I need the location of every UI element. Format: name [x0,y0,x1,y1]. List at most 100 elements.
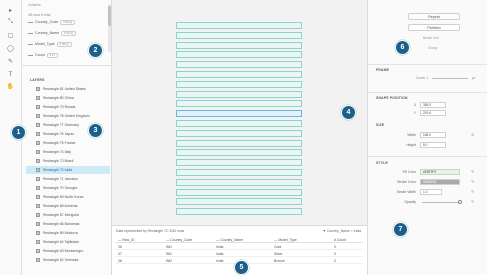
canvas-rectangle[interactable] [176,22,302,29]
canvas-rectangle[interactable] [176,208,302,216]
canvas-rectangle[interactable] [176,110,302,118]
repeat-button[interactable]: Repeat [408,13,460,20]
canvas-rectangle[interactable] [176,188,302,196]
stroke-width-field[interactable]: 1.0 [420,189,442,195]
filter-text: Country_Name = India [326,229,361,233]
layer-item[interactable]: Rectangle 71 Jamaica [26,175,110,183]
rectangle-layer-icon [36,150,40,154]
fill-color-field[interactable]: #E8F9F9 [420,169,460,175]
layer-item[interactable]: Rectangle 65 Moldova [26,229,110,237]
canvas-rectangle[interactable] [176,120,302,127]
canvas-rectangle[interactable] [176,90,302,98]
layer-item[interactable]: Rectangle 72 India [26,166,110,174]
opacity-slider-track[interactable] [422,202,460,203]
lock-icon[interactable]: ⊘ [471,132,474,137]
column-header[interactable]: — Country_Code [166,238,192,242]
text-tool-icon[interactable]: T [6,70,15,79]
rectangle-layer-icon [36,168,40,172]
column-item[interactable]: Country_Code # String [28,19,76,25]
eyedropper-icon[interactable]: ✎ [471,189,474,194]
stroke-color-field[interactable]: #B2B2B2 [420,179,460,185]
opacity-slider-knob[interactable] [458,200,462,204]
canvas-rectangle[interactable] [176,51,302,59]
table-row[interactable]: 36 IND India Gold 0 [116,244,363,250]
layer-label: Rectangle 64 Tajikistan [43,240,79,244]
layer-item[interactable]: Rectangle 74 Italy [26,148,110,156]
table-row[interactable]: 37 IND India Silver 0 [116,251,363,257]
rectangle-tool-icon[interactable]: ▢ [6,31,15,40]
inspector-panel: Repeat Partition Break Link Group FRAME … [367,0,487,275]
rectangle-layer-icon [36,231,40,235]
table-cell: Gold [274,245,282,249]
stroke-width-label: Stroke Width [396,190,416,194]
canvas-rectangle[interactable] [176,71,302,78]
canvas-rectangle[interactable] [176,139,302,147]
layer-item[interactable]: Rectangle 69 North Korea [26,193,110,201]
direct-select-icon[interactable]: ⤡ [6,18,15,27]
rectangle-layer-icon [36,195,40,199]
layer-item[interactable]: Rectangle 68 Armenia [26,202,110,210]
canvas-rectangle[interactable] [176,129,302,137]
layer-item[interactable]: Rectangle 73 Brazil [26,157,110,165]
eyedropper-icon[interactable]: ✎ [471,169,474,174]
frame-slider-track[interactable] [432,78,468,79]
canvas-rectangle[interactable] [176,159,302,167]
layer-item[interactable]: Rectangle 67 Mongolia [26,211,110,219]
canvas-rectangle[interactable] [176,80,302,88]
data-table-filter[interactable]: ▼ Country_Name = India [323,229,361,233]
canvas-rectangle[interactable] [176,198,302,206]
pen-tool-icon[interactable]: ✎ [6,57,15,66]
columns-scrollbar-thumb[interactable] [108,6,111,26]
layer-item[interactable]: Rectangle 75 France [26,139,110,147]
layer-item[interactable]: Rectangle 70 Georgia [26,184,110,192]
column-header[interactable]: # Count [334,238,346,242]
column-type-chip: # Int [46,52,58,58]
select-tool-icon[interactable]: ▸ [6,6,15,15]
canvas-rectangle[interactable] [176,178,302,186]
column-dash-icon [28,54,33,56]
layer-item[interactable]: Rectangle 79 Russia [26,103,110,111]
height-field[interactable]: 8.0 [420,142,446,148]
canvas-rectangle[interactable] [176,61,302,69]
canvas-rectangle[interactable] [176,169,302,176]
x-field[interactable]: 365.5 [420,102,446,108]
canvas-rectangle[interactable] [176,41,302,49]
layer-item[interactable]: Rectangle 66 Bahamas [26,220,110,228]
canvas-rectangle[interactable] [176,100,302,108]
width-field[interactable]: 168.0 [420,132,446,138]
eyedropper-icon[interactable]: ✎ [471,179,474,184]
layer-item[interactable]: Rectangle 78 United Kingdom [26,112,110,120]
column-item[interactable]: Country_Name # String [28,30,77,36]
layer-item[interactable]: Rectangle 62 Grenada [26,256,110,264]
column-header[interactable]: — Country_Name [216,238,243,242]
canvas-rectangle[interactable] [176,149,302,157]
y-field[interactable]: 219.6 [420,110,446,116]
rectangle-layer-icon [36,114,40,118]
layer-item[interactable]: Rectangle 80 China [26,94,110,102]
column-item[interactable]: Count # Int [28,52,58,58]
ellipse-tool-icon[interactable]: ◯ [6,44,15,53]
layer-label: Rectangle 75 France [43,141,76,145]
rectangle-layer-icon [36,123,40,127]
layer-item[interactable]: Rectangle 63 Montenegro [26,247,110,255]
column-item[interactable]: Model_Type # String [28,41,72,47]
layer-item[interactable]: Rectangle 64 Tajikistan [26,238,110,246]
hand-tool-icon[interactable]: ✋ [6,82,15,91]
break-link-button[interactable]: Break Link [423,36,439,40]
eyedropper-icon[interactable]: ✎ [471,199,474,204]
table-cell: 37 [118,252,122,256]
layer-label: Rectangle 81 United States [43,87,86,91]
partition-button[interactable]: Partition [408,24,460,31]
column-header[interactable]: — Model_Type [274,238,297,242]
frame-unit: px [472,76,476,80]
canvas-rectangle[interactable] [176,31,302,39]
group-button[interactable]: Group [428,46,437,50]
layer-label: Rectangle 66 Bahamas [43,222,80,226]
canvas[interactable] [112,0,367,225]
column-header[interactable]: — Row_ID [118,238,134,242]
size-section-title: SIZE [376,123,385,127]
layer-label: Rectangle 78 United Kingdom [43,114,90,118]
rectangle-layer-icon [36,240,40,244]
layer-item[interactable]: Rectangle 81 United States [26,85,110,93]
callout-badge-3: 3 [88,123,103,138]
